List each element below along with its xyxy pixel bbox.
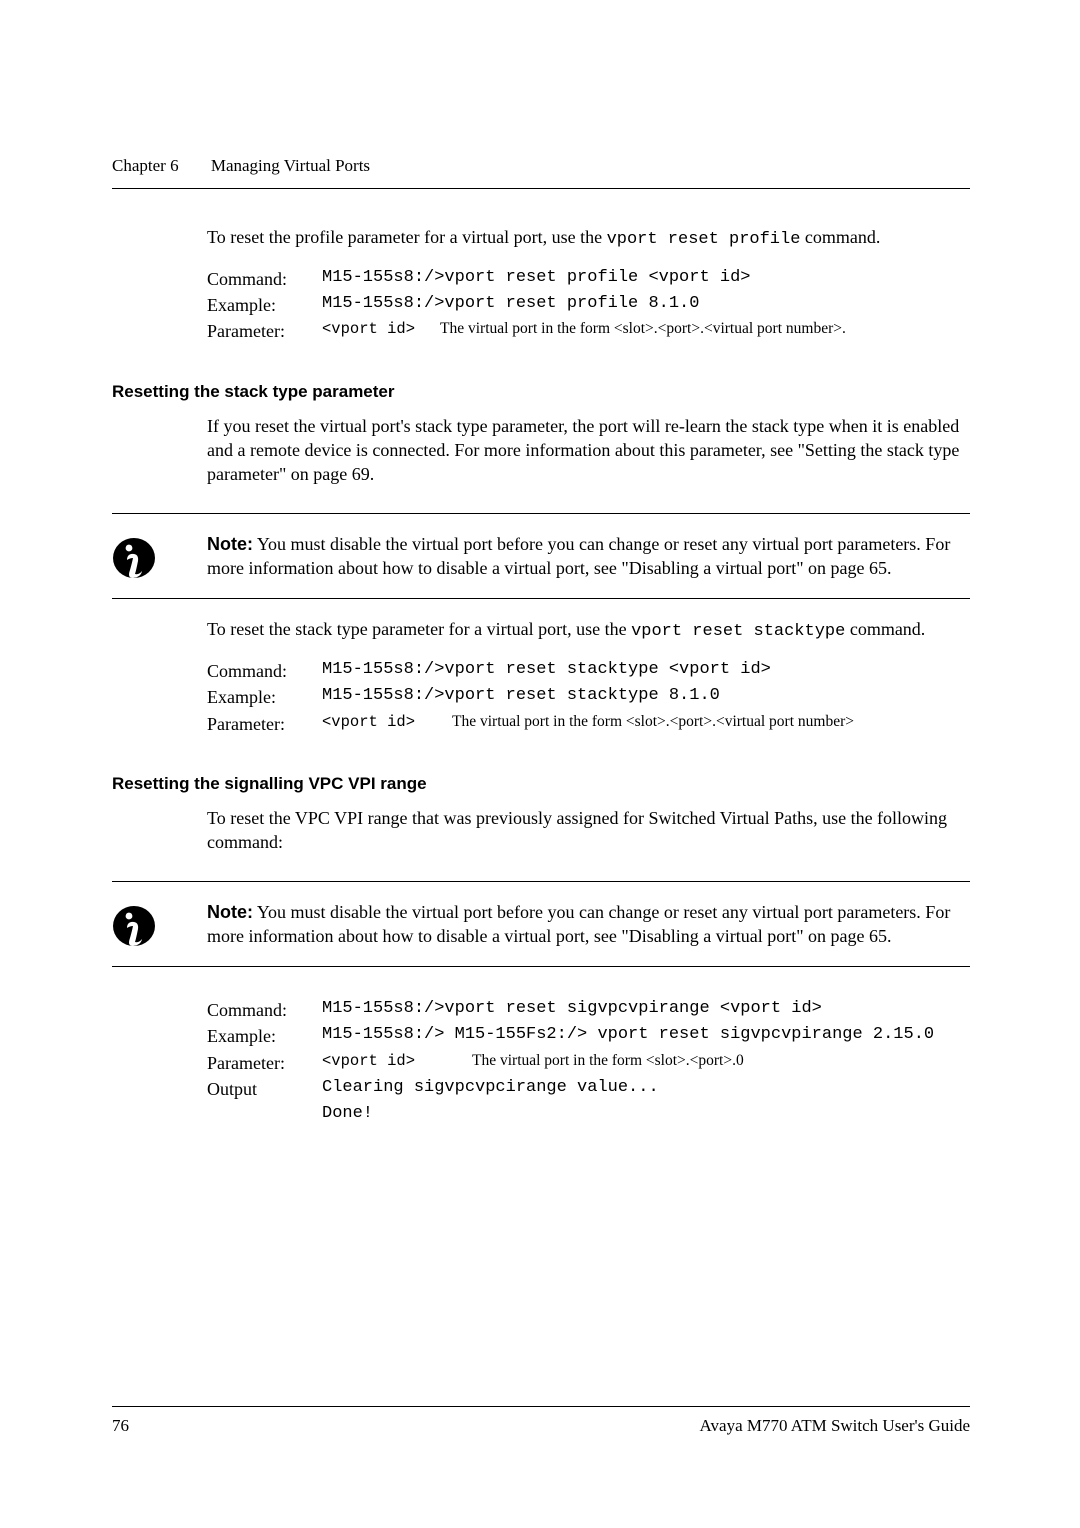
paragraph-intro-2: To reset the stack type parameter for a … xyxy=(207,617,970,644)
label-example: Example: xyxy=(207,1023,322,1049)
footer-rule xyxy=(112,1406,970,1407)
example-line: M15-155s8:/>vport reset stacktype 8.1.0 xyxy=(322,684,970,710)
output-line-2: Done! xyxy=(322,1102,970,1127)
label-parameter: Parameter: xyxy=(207,318,322,344)
command-block-1: Command: M15-155s8:/>vport reset profile… xyxy=(207,266,970,345)
inline-code: vport reset profile xyxy=(607,230,801,249)
parameter-key: <vport id> xyxy=(322,711,452,737)
footer-title: Avaya M770 ATM Switch User's Guide xyxy=(700,1415,970,1438)
command-block-3: Command: M15-155s8:/>vport reset sigvpcv… xyxy=(207,997,970,1127)
command-block-2: Command: M15-155s8:/>vport reset stackty… xyxy=(207,658,970,737)
page-number: 76 xyxy=(112,1415,129,1438)
header-rule xyxy=(112,188,970,189)
command-line: M15-155s8:/>vport reset sigvpcvpirange <… xyxy=(322,997,970,1023)
paragraph-signalling: To reset the VPC VPI range that was prev… xyxy=(207,806,970,855)
chapter-label: Chapter 6 xyxy=(112,155,179,178)
info-icon xyxy=(112,536,156,580)
note-text-2: Note: You must disable the virtual port … xyxy=(207,900,970,949)
label-output: Output xyxy=(207,1076,322,1102)
paragraph-intro-1: To reset the profile parameter for a vir… xyxy=(207,225,970,252)
label-parameter: Parameter: xyxy=(207,711,322,737)
example-line: M15-155s8:/>vport reset profile 8.1.0 xyxy=(322,292,970,318)
label-command: Command: xyxy=(207,997,322,1023)
note-block-2: Note: You must disable the virtual port … xyxy=(112,881,970,968)
label-command: Command: xyxy=(207,658,322,684)
label-example: Example: xyxy=(207,292,322,318)
command-line: M15-155s8:/>vport reset profile <vport i… xyxy=(322,266,970,292)
chapter-title: Managing Virtual Ports xyxy=(211,156,370,175)
label-example: Example: xyxy=(207,684,322,710)
parameter-key: <vport id> xyxy=(322,1050,472,1076)
output-line-1: Clearing sigvpcvpcirange value... xyxy=(322,1076,970,1102)
info-icon xyxy=(112,904,156,948)
parameter-desc: The virtual port in the form <slot>.<por… xyxy=(440,318,970,344)
page-footer: 76 Avaya M770 ATM Switch User's Guide xyxy=(112,1406,970,1438)
heading-signalling: Resetting the signalling VPC VPI range xyxy=(112,773,970,796)
paragraph-stack: If you reset the virtual port's stack ty… xyxy=(207,414,970,487)
label-parameter: Parameter: xyxy=(207,1050,322,1076)
command-line: M15-155s8:/>vport reset stacktype <vport… xyxy=(322,658,970,684)
parameter-desc: The virtual port in the form <slot>.<por… xyxy=(452,711,970,737)
heading-stack-type: Resetting the stack type parameter xyxy=(112,381,970,404)
running-header: Chapter 6 Managing Virtual Ports xyxy=(112,155,970,178)
inline-code: vport reset stacktype xyxy=(631,622,845,641)
parameter-key: <vport id> xyxy=(322,318,440,344)
note-block-1: Note: You must disable the virtual port … xyxy=(112,513,970,600)
label-command: Command: xyxy=(207,266,322,292)
parameter-desc: The virtual port in the form <slot>.<por… xyxy=(472,1050,970,1076)
note-text-1: Note: You must disable the virtual port … xyxy=(207,532,970,581)
example-line: M15-155s8:/> M15-155Fs2:/> vport reset s… xyxy=(322,1023,970,1049)
